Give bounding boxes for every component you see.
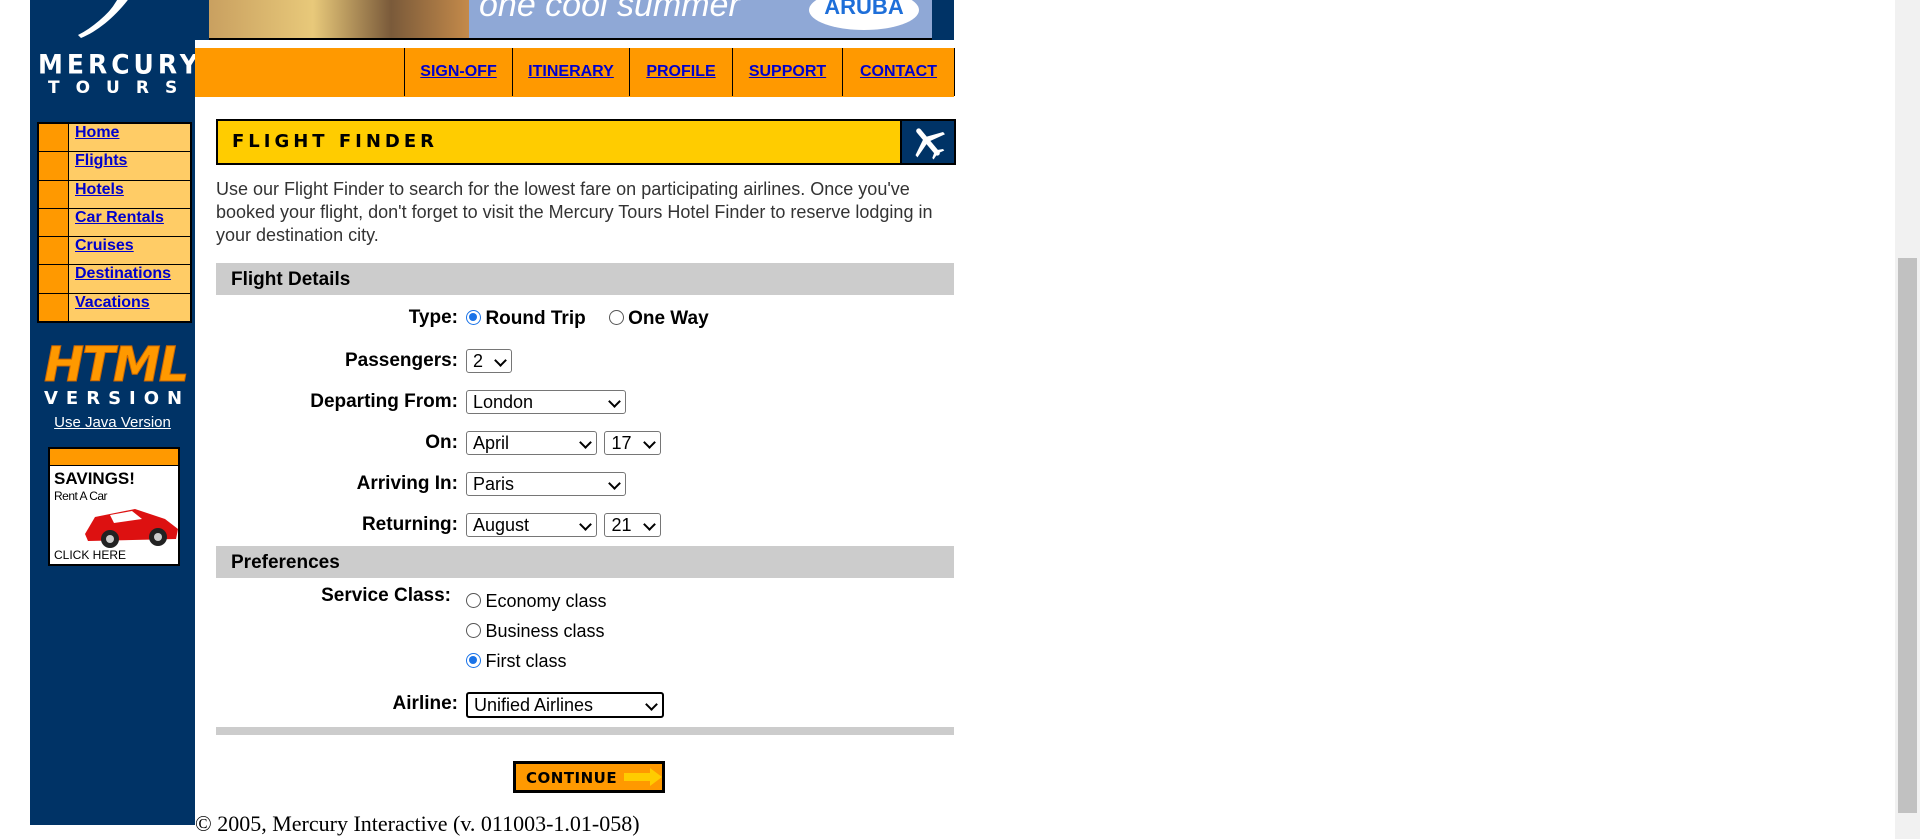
topnav-item-itinerary: ITINERARY bbox=[513, 48, 630, 96]
sidebar-link-car-rentals[interactable]: Car Rentals bbox=[75, 209, 164, 226]
contact-link[interactable]: CONTACT bbox=[860, 63, 937, 81]
chevron-down-icon bbox=[579, 518, 592, 531]
aruba-badge: ARUBA bbox=[809, 0, 919, 30]
arrow-right-icon bbox=[624, 768, 662, 786]
first-class-label: First class bbox=[485, 651, 567, 671]
sidebar-item-cruises: Cruises bbox=[39, 237, 190, 266]
swoosh-icon bbox=[78, 0, 128, 38]
html-version-small: VERSION bbox=[44, 388, 191, 409]
topnav-item-support: SUPPORT bbox=[733, 48, 843, 96]
scrollbar-thumb[interactable] bbox=[1898, 258, 1917, 813]
continue-button[interactable]: CONTINUE bbox=[513, 761, 665, 793]
profile-link[interactable]: PROFILE bbox=[646, 63, 715, 81]
sidebar-nav: Home Flights Hotels Car Rentals Cruises … bbox=[37, 122, 192, 324]
first-class-radio[interactable] bbox=[466, 653, 481, 668]
sidebar-link-home[interactable]: Home bbox=[75, 124, 119, 141]
preferences-title: Preferences bbox=[231, 552, 340, 573]
chevron-down-icon bbox=[608, 395, 621, 408]
left-sidebar: MERCURY TOURS Home Flights Hotels Car Re… bbox=[30, 0, 202, 825]
round-trip-label: Round Trip bbox=[485, 308, 586, 329]
intro-text: Use our Flight Finder to search for the … bbox=[216, 179, 933, 245]
vertical-scrollbar[interactable] bbox=[1895, 0, 1920, 839]
top-banner: one cool summer ARUBA bbox=[195, 0, 954, 40]
topnav-item-contact: CONTACT bbox=[843, 48, 955, 96]
returning-label: Returning: bbox=[361, 514, 458, 535]
banner-photo bbox=[209, 0, 469, 38]
footer-copyright: © 2005, Mercury Interactive (v. 011003-1… bbox=[195, 811, 640, 836]
plane-icon-box bbox=[900, 121, 954, 163]
departing-from-select[interactable]: London bbox=[466, 390, 626, 414]
airline-select[interactable]: Unified Airlines bbox=[466, 692, 664, 718]
page-title: FLIGHT FINDER bbox=[232, 131, 439, 152]
flight-details-header: Flight Details bbox=[216, 263, 954, 295]
to-month-select[interactable]: August bbox=[466, 513, 597, 537]
sidebar-link-hotels[interactable]: Hotels bbox=[75, 181, 124, 198]
business-class-radio[interactable] bbox=[466, 623, 481, 638]
sign-off-link[interactable]: SIGN-OFF bbox=[420, 63, 496, 81]
topnav-item-sign-off: SIGN-OFF bbox=[405, 48, 513, 96]
promo-headline: SAVINGS! bbox=[54, 469, 135, 488]
chevron-down-icon bbox=[643, 436, 657, 449]
red-car-icon bbox=[85, 509, 178, 548]
continue-label: CONTINUE bbox=[526, 769, 618, 787]
sidebar-link-vacations[interactable]: Vacations bbox=[75, 294, 150, 311]
promo-cta: CLICK HERE bbox=[54, 548, 127, 562]
logo-text-line2: TOURS bbox=[48, 78, 194, 98]
sidebar-item-destinations: Destinations bbox=[39, 265, 190, 294]
html-version-logo: HTML VERSION bbox=[44, 337, 191, 410]
banner-slogan: one cool summer bbox=[479, 0, 740, 24]
from-day-select[interactable]: 17 bbox=[604, 431, 662, 455]
arriving-in-select[interactable]: Paris bbox=[466, 472, 626, 496]
sidebar-item-home: Home bbox=[39, 124, 190, 153]
java-version-link[interactable]: Use Java Version bbox=[54, 414, 171, 431]
arriving-label: Arriving In: bbox=[356, 473, 458, 494]
chevron-down-icon bbox=[643, 518, 657, 531]
page-title-bar: FLIGHT FINDER bbox=[216, 119, 956, 165]
sidebar-link-cruises[interactable]: Cruises bbox=[75, 237, 134, 254]
business-class-label: Business class bbox=[485, 621, 605, 641]
logo-text-line1: MERCURY bbox=[38, 49, 202, 80]
airplane-icon bbox=[915, 128, 946, 160]
airline-label: Airline: bbox=[392, 693, 458, 714]
passengers-label: Passengers: bbox=[344, 350, 458, 371]
topnav-item-profile: PROFILE bbox=[630, 48, 733, 96]
chevron-down-icon bbox=[579, 436, 592, 449]
economy-class-label: Economy class bbox=[485, 591, 607, 611]
type-label: Type: bbox=[408, 307, 458, 328]
html-version-big: HTML bbox=[44, 337, 190, 393]
flight-details-title: Flight Details bbox=[231, 269, 351, 290]
banner-ad[interactable]: one cool summer ARUBA bbox=[209, 0, 932, 40]
economy-class-radio[interactable] bbox=[466, 593, 481, 608]
on-label: On: bbox=[425, 432, 458, 453]
support-link[interactable]: SUPPORT bbox=[749, 63, 826, 81]
top-nav: SIGN-OFF ITINERARY PROFILE SUPPORT CONTA… bbox=[195, 48, 955, 97]
trip-type-group: Round Trip One Way bbox=[466, 308, 709, 330]
form-divider bbox=[216, 727, 954, 735]
service-class-label: Service Class: bbox=[321, 585, 451, 606]
service-class-group: Economy class Business class First class bbox=[466, 591, 607, 681]
sidebar-item-hotels: Hotels bbox=[39, 180, 190, 209]
itinerary-link[interactable]: ITINERARY bbox=[528, 63, 614, 81]
departing-label: Departing From: bbox=[310, 391, 458, 412]
sidebar-link-flights[interactable]: Flights bbox=[75, 152, 127, 169]
from-month-select[interactable]: April bbox=[466, 431, 597, 455]
chevron-down-icon bbox=[494, 354, 507, 367]
chevron-down-icon bbox=[608, 477, 621, 490]
sidebar-item-vacations: Vacations bbox=[39, 293, 190, 322]
round-trip-radio[interactable] bbox=[466, 310, 481, 325]
sidebar-item-flights: Flights bbox=[39, 152, 190, 181]
rent-a-car-ad[interactable]: SAVINGS! Rent A Car CLICK HERE bbox=[48, 447, 180, 566]
sidebar-item-car-rentals: Car Rentals bbox=[39, 208, 190, 238]
chevron-down-icon bbox=[645, 698, 658, 711]
mercury-tours-logo[interactable]: MERCURY TOURS bbox=[38, 0, 202, 100]
preferences-header: Preferences bbox=[216, 546, 954, 578]
one-way-label: One Way bbox=[628, 308, 709, 329]
one-way-radio[interactable] bbox=[608, 310, 624, 325]
passengers-select[interactable]: 2 bbox=[466, 349, 512, 373]
to-day-select[interactable]: 21 bbox=[604, 513, 662, 537]
sidebar-link-destinations[interactable]: Destinations bbox=[75, 265, 171, 282]
